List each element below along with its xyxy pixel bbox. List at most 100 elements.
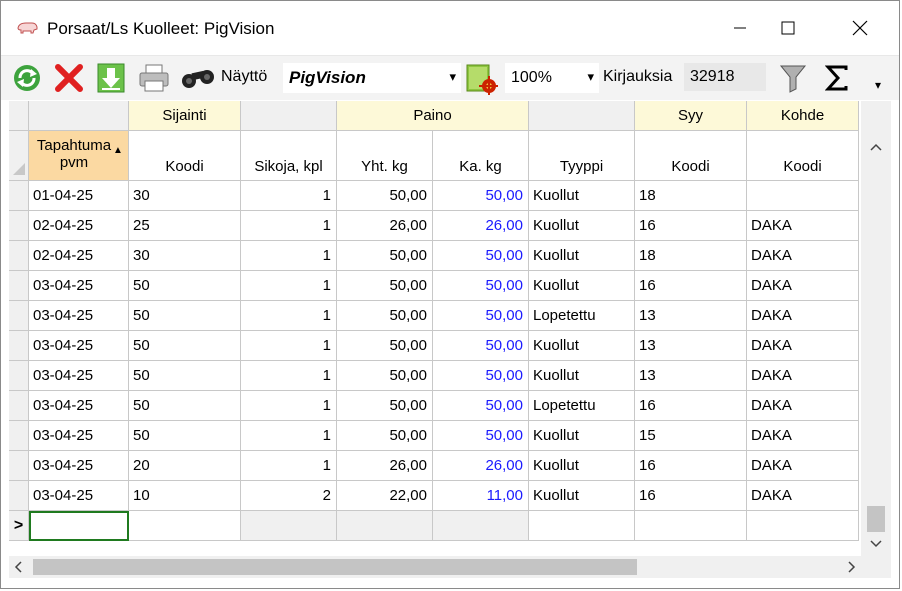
title-bar[interactable]: Porsaat/Ls Kuolleet: PigVision bbox=[1, 1, 899, 55]
cell-location-code[interactable]: 10 bbox=[129, 481, 241, 511]
cell-reason-code[interactable]: 16 bbox=[635, 271, 747, 301]
cell-type[interactable]: Kuollut bbox=[529, 211, 635, 241]
column-header-sikoja[interactable]: Sikoja, kpl bbox=[241, 131, 337, 181]
row-header[interactable] bbox=[9, 271, 29, 301]
cell-location-code[interactable]: 50 bbox=[129, 421, 241, 451]
vertical-scroll-thumb[interactable] bbox=[867, 506, 885, 532]
vertical-scrollbar[interactable] bbox=[861, 101, 891, 556]
cell-target-code[interactable]: DAKA bbox=[747, 451, 859, 481]
sum-button[interactable] bbox=[819, 61, 855, 95]
cell-target-code[interactable]: DAKA bbox=[747, 391, 859, 421]
cell-date[interactable]: 03-04-25 bbox=[29, 481, 129, 511]
scroll-down-icon[interactable] bbox=[861, 534, 891, 554]
cell-location-code[interactable]: 25 bbox=[129, 211, 241, 241]
data-grid[interactable]: Sijainti Paino Syy Kohde Tapahtuma pvm ▲… bbox=[9, 101, 861, 541]
cell-location-code[interactable]: 20 bbox=[129, 451, 241, 481]
cell-avg-kg[interactable]: 50,00 bbox=[433, 361, 529, 391]
cell-location-code[interactable]: 30 bbox=[129, 241, 241, 271]
cell-date[interactable]: 03-04-25 bbox=[29, 301, 129, 331]
cell-avg-kg[interactable]: 50,00 bbox=[433, 181, 529, 211]
report-settings-button[interactable] bbox=[463, 61, 499, 95]
cell-location-code[interactable]: 50 bbox=[129, 301, 241, 331]
row-header[interactable] bbox=[9, 241, 29, 271]
new-row-cell[interactable] bbox=[337, 511, 433, 541]
cell-reason-code[interactable]: 13 bbox=[635, 331, 747, 361]
new-row-date-input[interactable] bbox=[29, 511, 129, 541]
cell-date[interactable]: 02-04-25 bbox=[29, 241, 129, 271]
cell-pig-count[interactable]: 1 bbox=[241, 301, 337, 331]
horizontal-scrollbar[interactable] bbox=[9, 556, 861, 578]
export-button[interactable] bbox=[93, 61, 129, 95]
horizontal-scroll-thumb[interactable] bbox=[33, 559, 637, 575]
delete-button[interactable] bbox=[51, 61, 87, 95]
cell-total-kg[interactable]: 50,00 bbox=[337, 361, 433, 391]
row-header[interactable] bbox=[9, 331, 29, 361]
cell-avg-kg[interactable]: 50,00 bbox=[433, 241, 529, 271]
cell-type[interactable]: Kuollut bbox=[529, 481, 635, 511]
cell-type[interactable]: Lopetettu bbox=[529, 391, 635, 421]
cell-type[interactable]: Kuollut bbox=[529, 361, 635, 391]
zoom-select[interactable]: 100% ▾ bbox=[505, 63, 599, 93]
cell-reason-code[interactable]: 16 bbox=[635, 391, 747, 421]
cell-total-kg[interactable]: 22,00 bbox=[337, 481, 433, 511]
cell-reason-code[interactable]: 13 bbox=[635, 301, 747, 331]
cell-avg-kg[interactable]: 50,00 bbox=[433, 421, 529, 451]
column-header-yht-kg[interactable]: Yht. kg bbox=[337, 131, 433, 181]
cell-date[interactable]: 03-04-25 bbox=[29, 331, 129, 361]
cell-pig-count[interactable]: 1 bbox=[241, 421, 337, 451]
cell-date[interactable]: 03-04-25 bbox=[29, 451, 129, 481]
cell-date[interactable]: 03-04-25 bbox=[29, 391, 129, 421]
cell-total-kg[interactable]: 26,00 bbox=[337, 451, 433, 481]
new-row-cell[interactable] bbox=[747, 511, 859, 541]
cell-location-code[interactable]: 30 bbox=[129, 181, 241, 211]
cell-type[interactable]: Kuollut bbox=[529, 451, 635, 481]
scroll-up-icon[interactable] bbox=[861, 137, 891, 157]
cell-location-code[interactable]: 50 bbox=[129, 391, 241, 421]
cell-target-code[interactable]: DAKA bbox=[747, 301, 859, 331]
cell-avg-kg[interactable]: 50,00 bbox=[433, 331, 529, 361]
cell-avg-kg[interactable]: 50,00 bbox=[433, 271, 529, 301]
cell-total-kg[interactable]: 50,00 bbox=[337, 421, 433, 451]
row-header[interactable] bbox=[9, 451, 29, 481]
row-header[interactable] bbox=[9, 391, 29, 421]
cell-date[interactable]: 03-04-25 bbox=[29, 361, 129, 391]
cell-pig-count[interactable]: 1 bbox=[241, 241, 337, 271]
cell-reason-code[interactable]: 16 bbox=[635, 451, 747, 481]
row-header[interactable] bbox=[9, 181, 29, 211]
cell-target-code[interactable]: DAKA bbox=[747, 361, 859, 391]
new-row-cell[interactable] bbox=[529, 511, 635, 541]
cell-target-code[interactable]: DAKA bbox=[747, 421, 859, 451]
cell-avg-kg[interactable]: 26,00 bbox=[433, 451, 529, 481]
cell-type[interactable]: Kuollut bbox=[529, 181, 635, 211]
cell-date[interactable]: 02-04-25 bbox=[29, 211, 129, 241]
column-header-tyyppi[interactable]: Tyyppi bbox=[529, 131, 635, 181]
cell-type[interactable]: Kuollut bbox=[529, 271, 635, 301]
new-row-cell[interactable] bbox=[635, 511, 747, 541]
cell-pig-count[interactable]: 1 bbox=[241, 331, 337, 361]
cell-target-code[interactable]: DAKA bbox=[747, 241, 859, 271]
cell-pig-count[interactable]: 1 bbox=[241, 271, 337, 301]
row-header[interactable] bbox=[9, 211, 29, 241]
cell-total-kg[interactable]: 50,00 bbox=[337, 241, 433, 271]
cell-pig-count[interactable]: 1 bbox=[241, 181, 337, 211]
cell-pig-count[interactable]: 1 bbox=[241, 391, 337, 421]
filter-button[interactable] bbox=[775, 61, 811, 95]
cell-type[interactable]: Kuollut bbox=[529, 241, 635, 271]
row-header[interactable] bbox=[9, 421, 29, 451]
cell-avg-kg[interactable]: 26,00 bbox=[433, 211, 529, 241]
row-header[interactable] bbox=[9, 361, 29, 391]
column-header-ka-kg[interactable]: Ka. kg bbox=[433, 131, 529, 181]
cell-location-code[interactable]: 50 bbox=[129, 361, 241, 391]
cell-avg-kg[interactable]: 50,00 bbox=[433, 391, 529, 421]
cell-pig-count[interactable]: 1 bbox=[241, 211, 337, 241]
cell-date[interactable]: 01-04-25 bbox=[29, 181, 129, 211]
close-button[interactable] bbox=[837, 1, 883, 55]
scroll-left-icon[interactable] bbox=[9, 556, 29, 578]
column-header-kohde-koodi[interactable]: Koodi bbox=[747, 131, 859, 181]
new-row-cell[interactable] bbox=[129, 511, 241, 541]
cell-reason-code[interactable]: 18 bbox=[635, 181, 747, 211]
cell-target-code[interactable]: DAKA bbox=[747, 331, 859, 361]
cell-target-code[interactable]: DAKA bbox=[747, 271, 859, 301]
display-select[interactable]: PigVision ▾ bbox=[283, 63, 461, 93]
cell-reason-code[interactable]: 16 bbox=[635, 481, 747, 511]
